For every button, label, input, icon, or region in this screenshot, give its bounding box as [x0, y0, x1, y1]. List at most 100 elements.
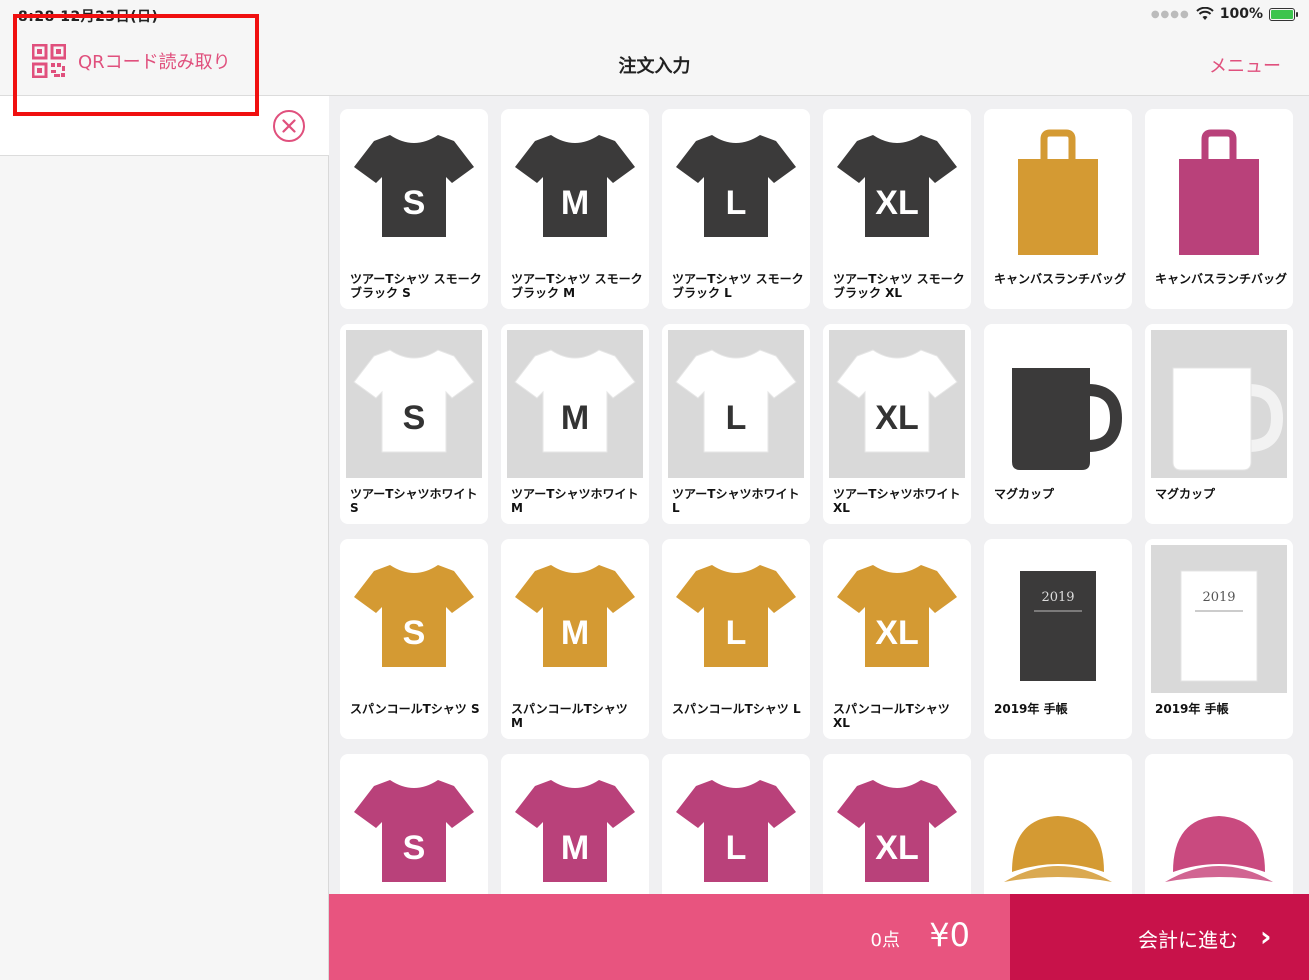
product-card[interactable]: L ツアーTシャツ スモークブラック L [662, 109, 810, 309]
tshirt-icon: L [675, 349, 797, 453]
product-image: M [507, 330, 643, 478]
product-name: 2019年 手帳 [994, 702, 1068, 716]
battery-percent: 100% [1219, 6, 1263, 22]
cover-year: 2019 [1202, 590, 1235, 605]
product-card[interactable]: S [340, 754, 488, 894]
tshirt-icon: L [676, 780, 796, 882]
size-label: XL [875, 399, 918, 437]
product-card[interactable]: S ツアーTシャツ スモークブラック S [340, 109, 488, 309]
clear-order-button[interactable] [272, 109, 306, 143]
tshirt-icon: S [354, 565, 474, 667]
product-name: ツアーTシャツ スモークブラック M [511, 272, 643, 300]
order-total: ¥0 [929, 916, 970, 954]
product-card[interactable]: S スパンコールTシャツ S [340, 539, 488, 739]
product-card[interactable]: M ツアーTシャツホワイト M [501, 324, 649, 524]
order-summary: 0点 ¥0 [329, 894, 1010, 980]
product-image [1151, 330, 1287, 478]
size-label: L [726, 399, 747, 437]
product-image: S [346, 330, 482, 478]
battery-charging-icon [1269, 7, 1298, 21]
size-label: S [403, 184, 426, 222]
product-card[interactable]: L ツアーTシャツホワイト L [662, 324, 810, 524]
size-label: M [561, 829, 589, 867]
product-card[interactable]: L [662, 754, 810, 894]
tshirt-icon: M [514, 349, 636, 453]
product-name: ツアーTシャツホワイト M [511, 487, 639, 515]
product-image: M [507, 115, 643, 263]
product-card[interactable]: 2019 2019年 手帳 [984, 539, 1132, 739]
cover-year: 2019 [1041, 590, 1074, 605]
product-card[interactable]: M スパンコールTシャツ M [501, 539, 649, 739]
status-bar: 8:28 12月23日(日) ●●●● 100% [0, 0, 1309, 30]
product-image: M [507, 545, 643, 693]
product-card[interactable]: 2019 2019年 手帳 [1145, 539, 1293, 739]
product-card[interactable]: マグカップ [1145, 324, 1293, 524]
product-name: スパンコールTシャツ M [511, 702, 628, 730]
product-image: S [346, 115, 482, 263]
page-title: 注文入力 [618, 56, 691, 77]
item-count: 0点 [870, 930, 900, 951]
product-grid: S ツアーTシャツ スモークブラック S M ツアーTシャツ スモークブラック M L ツ… [329, 96, 1309, 894]
product-image: S [346, 545, 482, 693]
product-card[interactable]: XL ツアーTシャツ スモークブラック XL [823, 109, 971, 309]
product-image: 2019 [990, 545, 1126, 693]
status-right: ●●●● 100% [1150, 6, 1298, 22]
product-image: XL [829, 330, 965, 478]
size-label: XL [875, 184, 918, 222]
size-label: XL [875, 614, 918, 652]
product-name: マグカップ [1155, 487, 1216, 501]
signal-dots-icon: ●●●● [1150, 8, 1190, 20]
product-name: スパンコールTシャツ XL [833, 702, 950, 730]
size-label: S [403, 399, 426, 437]
order-sidebar [0, 96, 329, 980]
nav-bar: QRコード読み取り 注文入力 メニュー [0, 30, 1309, 96]
product-name: スパンコールTシャツ L [672, 702, 801, 716]
wifi-icon [1196, 7, 1214, 20]
product-card[interactable]: M ツアーTシャツ スモークブラック M [501, 109, 649, 309]
menu-button[interactable]: メニュー [1209, 52, 1281, 78]
size-label: L [726, 184, 747, 222]
product-name: 2019年 手帳 [1155, 702, 1229, 716]
product-card[interactable]: S ツアーTシャツホワイト S [340, 324, 488, 524]
chevron-right-icon: › [1260, 920, 1272, 953]
product-name: ツアーTシャツホワイト L [672, 487, 800, 515]
product-image [990, 330, 1126, 478]
tshirt-icon: XL [836, 349, 958, 453]
product-name: マグカップ [994, 487, 1055, 501]
product-card[interactable]: マグカップ [984, 324, 1132, 524]
mug-icon [1172, 367, 1284, 471]
product-image: L [668, 760, 804, 894]
product-card[interactable]: XL ツアーTシャツホワイト XL [823, 324, 971, 524]
product-image: XL [829, 115, 965, 263]
product-card[interactable] [1145, 754, 1293, 894]
tshirt-icon: S [354, 135, 474, 237]
product-card[interactable]: XL [823, 754, 971, 894]
product-card[interactable]: キャンバスランチバッグ [1145, 109, 1293, 309]
checkout-label: 会計に進む [1138, 928, 1238, 952]
product-image [990, 115, 1126, 263]
size-label: L [726, 829, 747, 867]
mug-icon [1012, 368, 1123, 470]
size-label: M [561, 614, 589, 652]
product-image: 2019 [1151, 545, 1287, 693]
product-image: XL [829, 545, 965, 693]
tote-bag-icon [1018, 129, 1098, 255]
product-image: L [668, 330, 804, 478]
notebook-icon: 2019 [1180, 570, 1258, 682]
order-sidebar-header [0, 96, 329, 156]
tshirt-icon: XL [837, 780, 957, 882]
product-name: ツアーTシャツ スモークブラック L [672, 272, 804, 300]
product-card[interactable]: XL スパンコールTシャツ XL [823, 539, 971, 739]
product-card[interactable] [984, 754, 1132, 894]
product-card[interactable]: M [501, 754, 649, 894]
product-image: XL [829, 760, 965, 894]
tshirt-icon: M [515, 780, 635, 882]
product-card[interactable]: キャンバスランチバッグ [984, 109, 1132, 309]
product-image: S [346, 760, 482, 894]
product-card[interactable]: L スパンコールTシャツ L [662, 539, 810, 739]
tshirt-icon: L [676, 565, 796, 667]
checkout-button[interactable]: 会計に進む › [1010, 894, 1309, 980]
product-image [990, 760, 1126, 894]
status-time: 8:28 12月23日(日) [18, 9, 159, 25]
product-name: ツアーTシャツ スモークブラック XL [833, 272, 965, 300]
